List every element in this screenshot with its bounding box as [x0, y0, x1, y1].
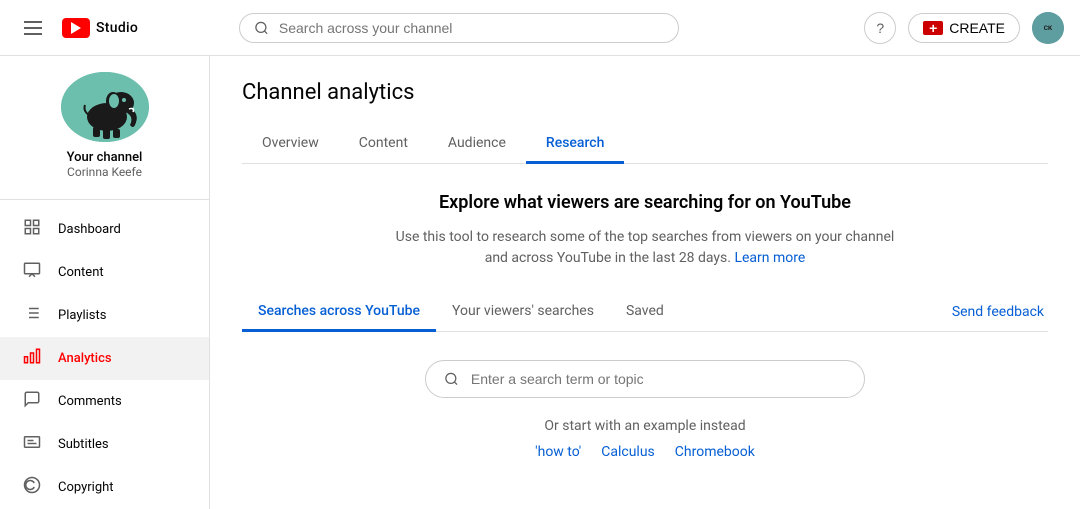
sub-tab-saved[interactable]: Saved: [610, 293, 680, 332]
content-icon: [20, 261, 44, 284]
create-label: CREATE: [949, 20, 1005, 36]
example-label: an example instead: [624, 418, 745, 434]
research-content: Explore what viewers are searching for o…: [242, 164, 1048, 488]
tab-overview[interactable]: Overview: [242, 125, 339, 164]
playlists-icon: [20, 304, 44, 327]
example-link-howto[interactable]: 'how to': [535, 444, 581, 460]
create-button[interactable]: CREATE: [908, 13, 1020, 43]
sidebar-label-dashboard: Dashboard: [58, 222, 121, 237]
global-search[interactable]: [239, 13, 679, 43]
tab-research[interactable]: Research: [526, 125, 624, 164]
main-tabs: Overview Content Audience Research: [242, 125, 1048, 164]
research-title: Explore what viewers are searching for o…: [242, 192, 1048, 213]
sidebar: Your channel Corinna Keefe Dashboard Con…: [0, 56, 210, 509]
analytics-icon: [20, 347, 44, 370]
avatar[interactable]: CK: [1032, 12, 1064, 44]
sidebar-item-content[interactable]: Content: [0, 251, 209, 294]
research-description: Use this tool to research some of the to…: [395, 227, 895, 269]
sidebar-item-analytics[interactable]: Analytics: [0, 337, 209, 380]
example-link-calculus[interactable]: Calculus: [601, 444, 655, 460]
sidebar-item-copyright[interactable]: Copyright: [0, 466, 209, 509]
sidebar-label-analytics: Analytics: [58, 351, 112, 366]
youtube-icon: [62, 18, 90, 38]
tab-audience[interactable]: Audience: [428, 125, 526, 164]
search-icon-sm: [444, 371, 459, 387]
create-flag-icon: [923, 21, 943, 35]
sidebar-label-content: Content: [58, 265, 104, 280]
sub-tab-searches-youtube[interactable]: Searches across YouTube: [242, 293, 436, 332]
page-title: Channel analytics: [242, 80, 1048, 105]
sidebar-divider: [0, 199, 209, 200]
example-text: Or start with an example instead: [242, 418, 1048, 434]
sidebar-item-playlists[interactable]: Playlists: [0, 294, 209, 337]
content-area: Channel analytics Overview Content Audie…: [210, 56, 1080, 509]
top-nav: Studio ? CREATE CK: [0, 0, 1080, 56]
sidebar-item-comments[interactable]: Comments: [0, 380, 209, 423]
sidebar-item-subtitles[interactable]: Subtitles: [0, 423, 209, 466]
research-search-input[interactable]: [471, 371, 846, 387]
main-layout: Your channel Corinna Keefe Dashboard Con…: [0, 56, 1080, 509]
sidebar-label-comments: Comments: [58, 394, 122, 409]
sidebar-label-subtitles: Subtitles: [58, 437, 109, 452]
search-input[interactable]: [279, 20, 664, 36]
help-button[interactable]: ?: [864, 12, 896, 44]
example-link-chromebook[interactable]: Chromebook: [675, 444, 755, 460]
channel-subname: Corinna Keefe: [67, 165, 142, 179]
menu-button[interactable]: [16, 13, 50, 43]
sidebar-item-dashboard[interactable]: Dashboard: [0, 208, 209, 251]
sidebar-label-playlists: Playlists: [58, 308, 106, 323]
comments-icon: [20, 390, 44, 413]
nav-right: ? CREATE CK: [864, 12, 1064, 44]
send-feedback-button[interactable]: Send feedback: [948, 294, 1048, 330]
channel-name: Your channel: [67, 150, 143, 165]
subtitles-icon: [20, 433, 44, 456]
logo-link[interactable]: Studio: [62, 18, 138, 38]
search-icon: [254, 20, 269, 36]
channel-avatar[interactable]: [61, 72, 149, 142]
learn-more-link[interactable]: Learn more: [734, 250, 805, 266]
copyright-icon: [20, 476, 44, 499]
sub-tabs: Searches across YouTube Your viewers' se…: [242, 293, 1048, 332]
research-search-box[interactable]: [425, 360, 865, 398]
example-links: 'how to' Calculus Chromebook: [242, 444, 1048, 460]
sidebar-label-copyright: Copyright: [58, 480, 114, 495]
nav-left: Studio: [16, 13, 138, 43]
studio-label: Studio: [96, 20, 138, 36]
svg-text:CK: CK: [1044, 24, 1053, 32]
dashboard-icon: [20, 218, 44, 241]
sub-tab-viewer-searches[interactable]: Your viewers' searches: [436, 293, 610, 332]
tab-content[interactable]: Content: [339, 125, 428, 164]
